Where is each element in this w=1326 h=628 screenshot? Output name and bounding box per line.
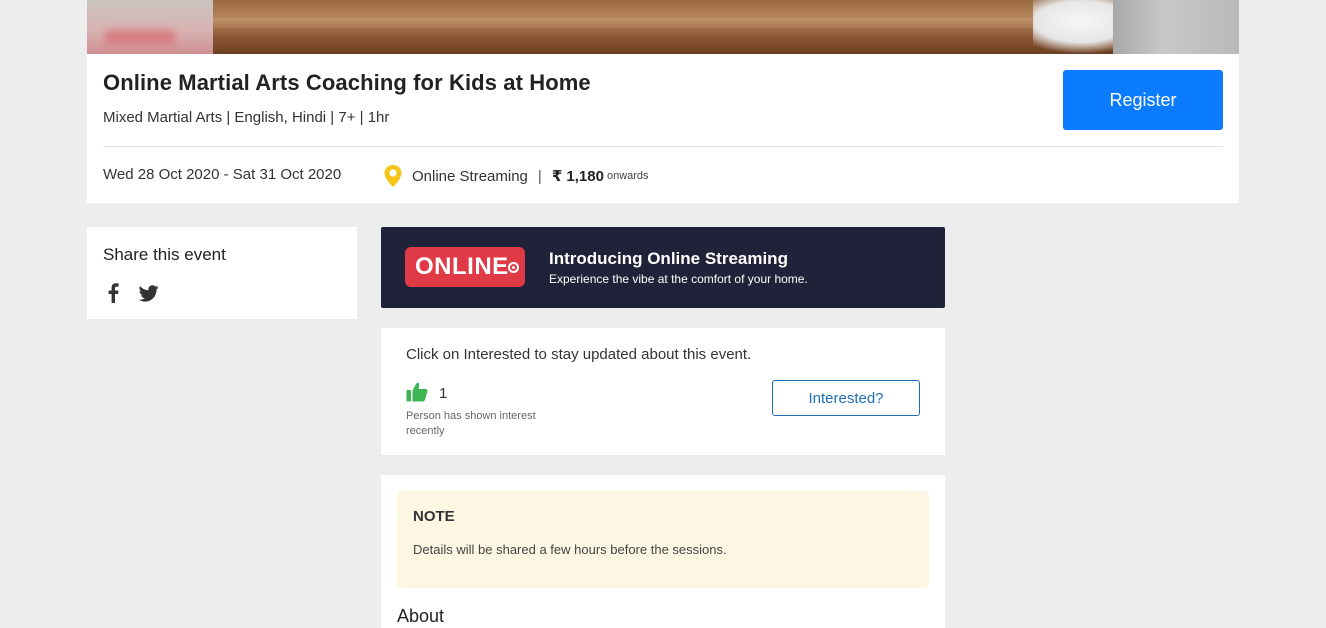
facebook-icon[interactable] bbox=[107, 283, 119, 303]
interest-count: 1 bbox=[439, 385, 448, 402]
note-title: NOTE bbox=[413, 508, 455, 525]
banner-left-panel bbox=[87, 0, 213, 54]
event-title: Online Martial Arts Coaching for Kids at… bbox=[103, 70, 591, 95]
interest-card: Click on Interested to stay updated abou… bbox=[381, 328, 945, 455]
event-date-range: Wed 28 Oct 2020 - Sat 31 Oct 2020 bbox=[103, 166, 342, 183]
thumbs-up-icon bbox=[406, 382, 428, 402]
event-banner-image bbox=[87, 0, 1239, 54]
online-banner-heading: Introducing Online Streaming bbox=[549, 249, 788, 268]
event-meta: Mixed Martial Arts | English, Hindi | 7+… bbox=[103, 109, 390, 126]
note-text: Details will be shared a few hours befor… bbox=[413, 542, 727, 557]
interest-prompt: Click on Interested to stay updated abou… bbox=[406, 346, 752, 363]
online-badge-label: ONLINE bbox=[415, 253, 509, 280]
header-divider bbox=[103, 146, 1223, 147]
banner-right-panel bbox=[1113, 0, 1239, 54]
event-info-card: NOTE Details will be shared a few hours … bbox=[381, 475, 945, 628]
venue-label: Online Streaming bbox=[412, 167, 528, 185]
location-pin-icon bbox=[384, 165, 402, 187]
price-suffix: onwards bbox=[606, 170, 649, 182]
event-price: ₹ 1,180 bbox=[551, 168, 604, 185]
about-heading: About bbox=[397, 606, 445, 626]
twitter-icon[interactable] bbox=[139, 285, 159, 302]
interested-button[interactable]: Interested? bbox=[772, 380, 920, 416]
interest-caption: Person has shown interest recently bbox=[406, 410, 536, 437]
online-badge: ONLINE bbox=[405, 247, 525, 287]
note-box: NOTE Details will be shared a few hours … bbox=[397, 491, 929, 588]
online-streaming-banner[interactable]: ONLINE Introducing Online Streaming Expe… bbox=[381, 227, 945, 308]
share-title: Share this event bbox=[103, 245, 226, 264]
live-dot-icon bbox=[508, 262, 519, 273]
venue-price-separator: | bbox=[537, 167, 542, 185]
share-card: Share this event bbox=[87, 227, 357, 319]
event-header-card: Online Martial Arts Coaching for Kids at… bbox=[87, 54, 1239, 203]
register-button[interactable]: Register bbox=[1063, 70, 1223, 130]
online-banner-subheading: Experience the vibe at the comfort of yo… bbox=[549, 272, 808, 286]
event-venue-price: Online Streaming | ₹ 1,180 onwards bbox=[383, 164, 649, 188]
banner-main-panel bbox=[213, 0, 1153, 54]
